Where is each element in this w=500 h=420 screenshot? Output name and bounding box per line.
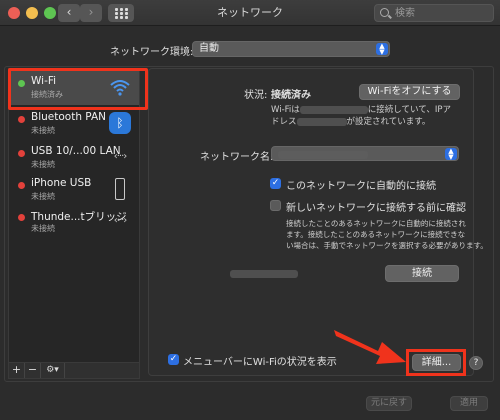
annotation-arrow [334, 330, 406, 364]
service-status: 未接続 [31, 126, 55, 135]
ethernet-arrows-icon: ‹···› [113, 215, 128, 226]
network-name-label: ネットワーク名: [200, 152, 274, 163]
status-dot [18, 182, 25, 189]
chevron-updown-icon: ▲ ▼ [376, 43, 388, 56]
redacted-text [230, 270, 298, 278]
service-item-bluetooth-pan[interactable]: Bluetooth PAN 未接続 ᛒ [9, 107, 139, 141]
connect-button[interactable]: 接続 [385, 265, 459, 282]
checkmark-icon: ✓ [271, 178, 280, 188]
ethernet-arrows-icon: ‹···› [113, 151, 128, 162]
info-prefix: ドレス [271, 117, 297, 127]
show-menu-label: メニューバーにWi-Fiの状況を表示 [183, 357, 337, 368]
auto-join-label: このネットワークに自動的に接続 [286, 181, 436, 192]
remove-service-button[interactable]: − [25, 363, 41, 378]
ask-join-label: 新しいネットワークに接続する前に確認 [286, 203, 466, 214]
service-name: Bluetooth PAN [31, 111, 107, 123]
wifi-off-button[interactable]: Wi-Fiをオフにする [359, 84, 460, 100]
service-name: iPhone USB [31, 177, 92, 189]
service-name: Wi-Fi [31, 75, 57, 87]
service-status: 未接続 [31, 160, 55, 169]
service-status: 未接続 [31, 224, 55, 233]
revert-button[interactable]: 元に戻す [366, 396, 412, 411]
apply-button[interactable]: 適用 [450, 396, 488, 411]
service-toolbar: + − ⚙▾ [8, 363, 140, 379]
bluetooth-icon: ᛒ [109, 112, 131, 134]
help-button[interactable]: ? [469, 356, 483, 370]
add-service-button[interactable]: + [9, 363, 25, 378]
wifi-icon [110, 80, 130, 96]
checkmark-icon: ✓ [169, 354, 178, 364]
iphone-icon [115, 178, 125, 200]
service-name: USB 10/...00 LAN [31, 145, 121, 157]
info-prefix: Wi-Fiは [271, 105, 300, 115]
auto-join-checkbox[interactable]: ✓ [270, 178, 281, 189]
service-status: 接続済み [31, 90, 63, 99]
status-dot [18, 116, 25, 123]
chevron-updown-icon: ▲ ▼ [445, 148, 457, 161]
info-suffix: に接続していて、IPア [367, 105, 451, 115]
wifi-info-line2: ドレス が設定されています。 [271, 115, 430, 127]
service-item-usb-lan[interactable]: USB 10/...00 LAN 未接続 ‹···› [9, 141, 139, 175]
ask-join-desc-line3: い場合は、手動でネットワークを選択する必要があります。 [286, 241, 488, 250]
search-icon [380, 8, 389, 17]
info-suffix: が設定されています。 [346, 117, 431, 127]
wifi-info-line1: Wi-Fiは に接続していて、IPア [271, 103, 451, 115]
search-field[interactable] [374, 4, 494, 22]
status-dot [18, 80, 25, 87]
location-select[interactable]: 自動 ▲ ▼ [192, 41, 390, 57]
redacted-ssid [278, 150, 368, 159]
redacted-ip [296, 117, 347, 126]
service-status: 未接続 [31, 192, 55, 201]
status-label: 状況: [244, 90, 268, 101]
location-label: ネットワーク環境: [110, 47, 194, 58]
status-dot [18, 214, 25, 221]
status-value: 接続済み [271, 90, 311, 101]
ask-join-desc-line2: ます。接続したことのあるネットワークに接続できな [286, 230, 466, 239]
redacted-network [299, 105, 368, 114]
service-item-wifi[interactable]: Wi-Fi 接続済み [9, 71, 139, 105]
search-input[interactable] [395, 6, 490, 20]
service-item-iphone-usb[interactable]: iPhone USB 未接続 [9, 173, 139, 207]
status-dot [18, 150, 25, 157]
ask-join-desc-line1: 接続したことのあるネットワークに自動的に接続され [286, 219, 466, 228]
gear-menu-button[interactable]: ⚙▾ [41, 363, 65, 378]
service-item-thunderbolt-bridge[interactable]: Thunde...tブリッジ 未接続 ‹···› [9, 205, 139, 239]
location-value: 自動 [199, 43, 219, 54]
ask-join-checkbox[interactable] [270, 200, 281, 211]
service-list[interactable]: Wi-Fi 接続済み Bluetooth PAN 未接続 ᛒ USB 10/..… [8, 68, 140, 363]
show-menu-checkbox[interactable]: ✓ [168, 354, 179, 365]
network-name-select[interactable]: ▲ ▼ [271, 146, 459, 161]
advanced-button[interactable]: 詳細... [412, 354, 461, 371]
title-bar: ‹ › ネットワーク [0, 0, 500, 26]
